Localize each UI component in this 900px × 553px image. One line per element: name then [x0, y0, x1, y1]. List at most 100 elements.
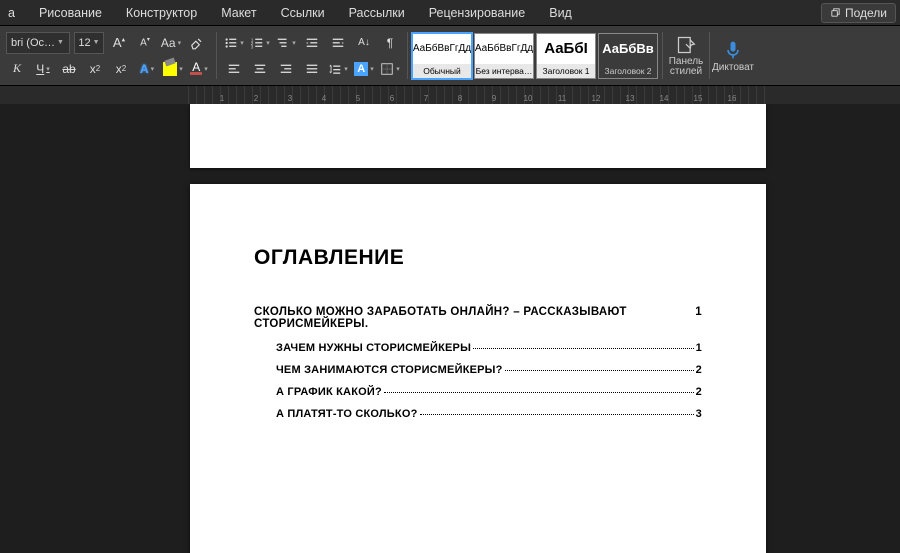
- ribbon-tabs: а Рисование Конструктор Макет Ссылки Рас…: [0, 0, 900, 26]
- italic-button[interactable]: K: [6, 58, 28, 80]
- align-right-icon: [279, 62, 293, 76]
- sort-button[interactable]: A↓: [353, 32, 375, 54]
- indent-right-button[interactable]: [327, 32, 349, 54]
- indent-right-icon: [331, 36, 345, 50]
- align-left-button[interactable]: [223, 58, 245, 80]
- pilcrow-icon: ¶: [387, 36, 393, 50]
- ruler-area: 12345678910111213141516: [0, 86, 900, 104]
- toc-entry-page: 2: [696, 386, 702, 398]
- ruler-mark: 5: [356, 94, 360, 103]
- sort-icon: A↓: [358, 37, 370, 48]
- paragraph-marks-button[interactable]: ¶: [379, 32, 401, 54]
- strike-button[interactable]: ab: [58, 58, 80, 80]
- toc-level2-entry[interactable]: А ПЛАТЯТ-ТО СКОЛЬКО? 3: [276, 408, 702, 420]
- style-no-spacing[interactable]: АаБбВвГгДд Без интерва…: [474, 33, 534, 79]
- bullets-icon: [224, 36, 238, 50]
- line-spacing-icon: [328, 62, 342, 76]
- tab-drawing[interactable]: Рисование: [27, 0, 114, 26]
- styles-gallery: АаБбВвГгДд Обычный АаБбВвГгДд Без интерв…: [408, 26, 662, 85]
- document-workspace[interactable]: ОГЛАВЛЕНИЕ СКОЛЬКО МОЖНО ЗАРАБОТАТЬ ОНЛА…: [0, 104, 900, 553]
- ruler-mark: 8: [458, 94, 462, 103]
- multilevel-button[interactable]: ▾: [275, 32, 297, 54]
- ruler-mark: 12: [592, 94, 601, 103]
- toc-entry-text: ЧЕМ ЗАНИМАЮТСЯ СТОРИСМЕЙКЕРЫ?: [276, 364, 503, 376]
- dictate-button[interactable]: Диктоват: [710, 26, 756, 85]
- align-justify-button[interactable]: [301, 58, 323, 80]
- ruler-mark: 11: [558, 94, 566, 103]
- bullets-button[interactable]: ▾: [223, 32, 245, 54]
- tab-design[interactable]: Конструктор: [114, 0, 209, 26]
- tab-view[interactable]: Вид: [537, 0, 584, 26]
- horizontal-ruler[interactable]: 12345678910111213141516: [188, 86, 768, 104]
- share-button[interactable]: Подели: [821, 3, 896, 23]
- toc-entry-page: 1: [696, 342, 702, 354]
- toc-title: ОГЛАВЛЕНИЕ: [254, 246, 702, 270]
- eraser-icon: [190, 36, 204, 50]
- align-left-icon: [227, 62, 241, 76]
- numbering-icon: 123: [250, 36, 264, 50]
- line-spacing-button[interactable]: ▾: [327, 58, 349, 80]
- tab-home-fragment[interactable]: а: [8, 0, 27, 26]
- superscript-button[interactable]: x2: [110, 58, 132, 80]
- font-color-button[interactable]: A▾: [188, 58, 210, 80]
- style-label: Без интерва…: [475, 64, 533, 78]
- indent-left-icon: [305, 36, 319, 50]
- styles-pane-button[interactable]: Панель стилей: [663, 26, 709, 85]
- toc-entry-page: 3: [696, 408, 702, 420]
- toc-entry-text: А ПЛАТЯТ-ТО СКОЛЬКО?: [276, 408, 418, 420]
- styles-pane-label: Панель стилей: [669, 57, 704, 77]
- share-label: Подели: [845, 6, 887, 20]
- ruler-mark: 14: [660, 94, 669, 103]
- toc-leader-dots: [384, 392, 694, 393]
- change-case-button[interactable]: Aa▾: [160, 32, 182, 54]
- highlight-button[interactable]: ▾: [162, 58, 184, 80]
- numbering-button[interactable]: 123▾: [249, 32, 271, 54]
- font-family-value: bri (Ос…: [11, 37, 55, 49]
- toc-entry-text: СКОЛЬКО МОЖНО ЗАРАБОТАТЬ ОНЛАЙН? – РАССК…: [254, 306, 695, 330]
- chevron-down-icon: ▼: [57, 39, 64, 46]
- style-label: Заголовок 2: [599, 64, 657, 78]
- style-label: Обычный: [413, 64, 471, 78]
- indent-left-button[interactable]: [301, 32, 323, 54]
- multilevel-icon: [276, 36, 290, 50]
- style-sample: АаБбВвГгДд: [475, 34, 533, 64]
- document-page[interactable]: ОГЛАВЛЕНИЕ СКОЛЬКО МОЖНО ЗАРАБОТАТЬ ОНЛА…: [190, 184, 766, 553]
- align-center-icon: [253, 62, 267, 76]
- style-heading2[interactable]: АаБбВв Заголовок 2: [598, 33, 658, 79]
- ruler-mark: 6: [390, 94, 394, 103]
- toc-level1-entry[interactable]: СКОЛЬКО МОЖНО ЗАРАБОТАТЬ ОНЛАЙН? – РАССК…: [254, 306, 702, 330]
- style-heading1[interactable]: АаБбІ Заголовок 1: [536, 33, 596, 79]
- toc-leader-dots: [505, 370, 694, 371]
- borders-button[interactable]: ▾: [379, 58, 401, 80]
- tab-mailings[interactable]: Рассылки: [337, 0, 417, 26]
- font-color-icon: A: [190, 62, 202, 75]
- align-justify-icon: [305, 62, 319, 76]
- svg-text:3: 3: [251, 44, 254, 49]
- grow-font-button[interactable]: A▴: [108, 32, 130, 54]
- ruler-mark: 3: [288, 94, 292, 103]
- borders-icon: [380, 62, 394, 76]
- shading-button[interactable]: ▾: [353, 58, 375, 80]
- previous-page-fragment: [190, 104, 766, 168]
- font-size-select[interactable]: 12▼: [74, 32, 104, 54]
- tab-layout[interactable]: Макет: [209, 0, 268, 26]
- toc-level2-entry[interactable]: А ГРАФИК КАКОЙ?2: [276, 386, 702, 398]
- toc-entry-text: ЗАЧЕМ НУЖНЫ СТОРИСМЕЙКЕРЫ: [276, 342, 471, 354]
- align-center-button[interactable]: [249, 58, 271, 80]
- toc-entry-page: 1: [695, 306, 702, 330]
- subscript-button[interactable]: x2: [84, 58, 106, 80]
- toc-level2-entry[interactable]: ЗАЧЕМ НУЖНЫ СТОРИСМЕЙКЕРЫ 1: [276, 342, 702, 354]
- shrink-font-button[interactable]: A▾: [134, 32, 156, 54]
- align-right-button[interactable]: [275, 58, 297, 80]
- tab-references[interactable]: Ссылки: [269, 0, 337, 26]
- tab-review[interactable]: Рецензирование: [417, 0, 538, 26]
- clear-format-button[interactable]: [186, 32, 208, 54]
- text-effects-button[interactable]: A▾: [136, 58, 158, 80]
- highlight-icon: [163, 62, 177, 76]
- toc-level2-entry[interactable]: ЧЕМ ЗАНИМАЮТСЯ СТОРИСМЕЙКЕРЫ?2: [276, 364, 702, 376]
- ruler-mark: 1: [220, 94, 224, 103]
- font-family-select[interactable]: bri (Ос…▼: [6, 32, 70, 54]
- underline-button[interactable]: Ч▾: [32, 58, 54, 80]
- style-normal[interactable]: АаБбВвГгДд Обычный: [412, 33, 472, 79]
- ruler-mark: 16: [728, 94, 737, 103]
